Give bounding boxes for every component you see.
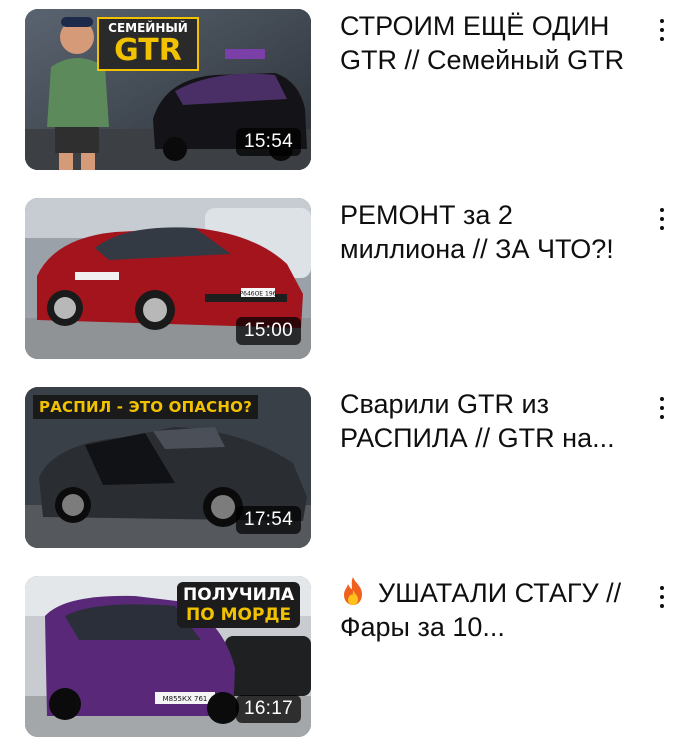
video-title[interactable]: УШАТАЛИ СТАГУ // Фары за 10... (340, 576, 640, 644)
video-item[interactable]: Р646ОЕ 196 15:00 РЕМОНТ за 2 миллиона //… (0, 198, 688, 366)
more-vert-icon[interactable] (652, 391, 672, 425)
fire-emoji-icon (344, 577, 362, 605)
duration-badge: 15:00 (235, 317, 301, 345)
video-title-text: УШАТАЛИ СТАГУ // Фары за 10... (340, 578, 622, 642)
license-plate: М855КХ 761 (163, 695, 208, 703)
video-thumbnail[interactable]: СЕМЕЙНЫЙ GTR 15:54 (25, 9, 311, 170)
duration-badge: 17:54 (235, 506, 301, 534)
thumbnail-text: GTR (114, 33, 182, 68)
video-title[interactable]: РЕМОНТ за 2 миллиона // ЗА ЧТО?! (340, 198, 640, 266)
thumbnail-banner: ПОЛУЧИЛА ПО МОРДЕ (177, 582, 301, 628)
thumbnail-text: РАСПИЛ - ЭТО ОПАСНО? (39, 398, 252, 416)
video-item[interactable]: СЕМЕЙНЫЙ GTR 15:54 СТРОИМ ЕЩЁ ОДИН GTR /… (0, 9, 688, 177)
thumbnail-text: ПО МОРДЕ (185, 605, 292, 625)
thumbnail-text: ПОЛУЧИЛА (183, 585, 295, 605)
duration-badge: 16:17 (235, 695, 301, 723)
video-title[interactable]: Сварили GTR из РАСПИЛА // GTR на... (340, 387, 640, 455)
thumbnail-banner: СЕМЕЙНЫЙ GTR (97, 17, 199, 71)
video-item[interactable]: РАСПИЛ - ЭТО ОПАСНО? 17:54 Сварили GTR и… (0, 387, 688, 555)
video-thumbnail[interactable]: Р646ОЕ 196 15:00 (25, 198, 311, 359)
license-plate: Р646ОЕ 196 (240, 291, 277, 298)
duration-badge: 15:54 (235, 128, 301, 156)
more-vert-icon[interactable] (652, 580, 672, 614)
video-title[interactable]: СТРОИМ ЕЩЁ ОДИН GTR // Семейный GTR (340, 9, 640, 77)
video-thumbnail[interactable]: М855КХ 761 ПОЛУЧИЛА ПО МОРДЕ 16:17 (25, 576, 311, 737)
video-item[interactable]: М855КХ 761 ПОЛУЧИЛА ПО МОРДЕ 16:17 УШАТА… (0, 576, 688, 744)
more-vert-icon[interactable] (652, 13, 672, 47)
more-vert-icon[interactable] (652, 202, 672, 236)
thumbnail-banner: РАСПИЛ - ЭТО ОПАСНО? (33, 395, 258, 419)
video-thumbnail[interactable]: РАСПИЛ - ЭТО ОПАСНО? 17:54 (25, 387, 311, 548)
